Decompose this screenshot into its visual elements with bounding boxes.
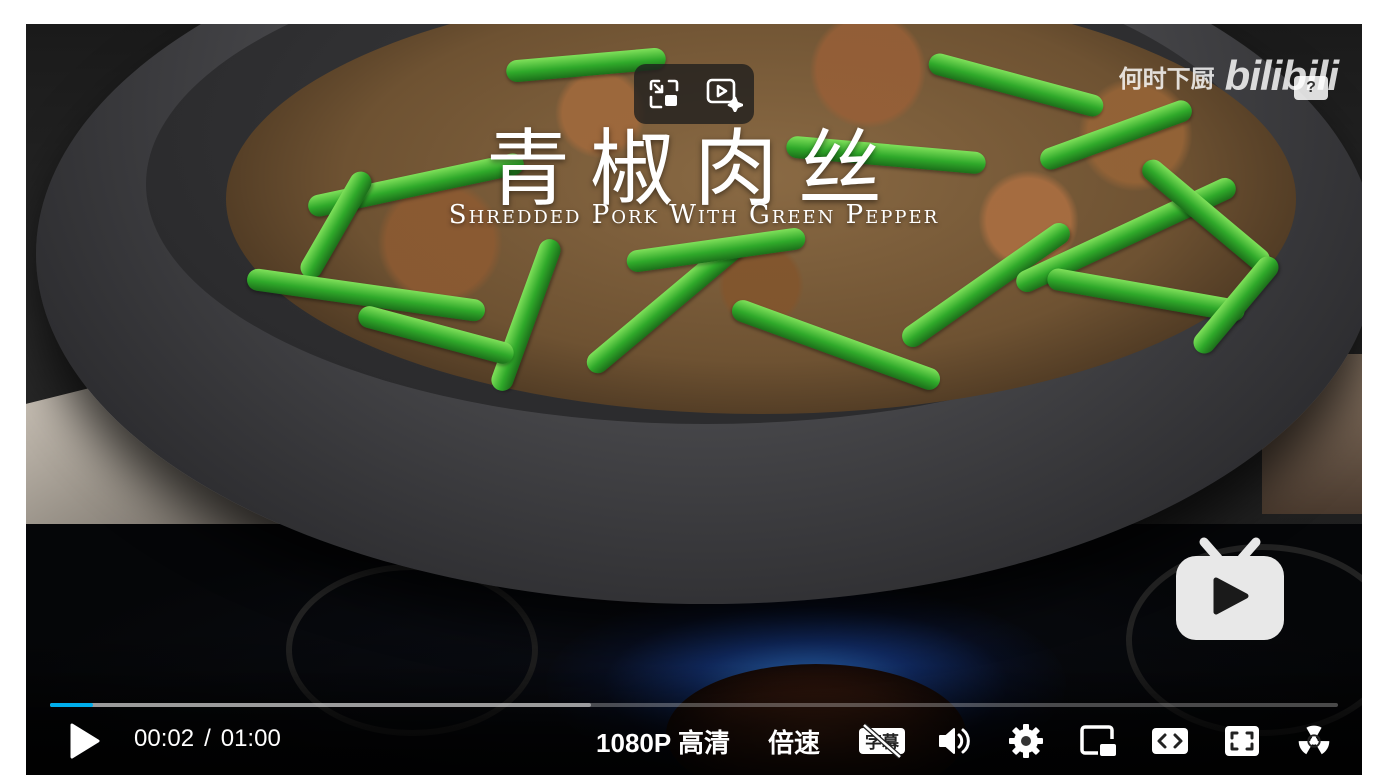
volume-button[interactable] xyxy=(926,713,982,769)
video-title-english: Shredded Pork With Green Pepper xyxy=(448,200,940,230)
fullscreen-button[interactable] xyxy=(1286,713,1342,769)
subtitle-off-icon: 字幕 xyxy=(859,723,905,759)
ai-play-button[interactable] xyxy=(704,74,744,114)
web-fullscreen-button[interactable] xyxy=(1214,713,1270,769)
radiation-icon xyxy=(1298,725,1330,755)
ai-play-icon xyxy=(706,78,743,112)
exit-pip-button[interactable] xyxy=(644,74,684,114)
watermark-channel: 何时下厨 xyxy=(1118,65,1215,93)
settings-button[interactable] xyxy=(998,713,1054,769)
speed-button[interactable]: 倍速 xyxy=(768,723,820,760)
play-icon[interactable] xyxy=(64,721,104,761)
watermark: 何时下厨 bilibili ? xyxy=(1118,48,1339,104)
quality-button[interactable]: 1080P 高清 xyxy=(596,723,730,760)
floating-toolbar xyxy=(634,64,754,124)
picture-in-picture-icon xyxy=(1080,725,1116,756)
duration: 01:00 xyxy=(220,725,281,752)
control-bar: 00:02 / 01:00 1080P 高清 倍速 字幕 xyxy=(26,665,1362,775)
time-display: 00:02 / 01:00 xyxy=(134,725,281,753)
time-separator: / xyxy=(204,725,211,752)
bilibili-tv-icon[interactable] xyxy=(1174,536,1286,640)
right-controls: 1080P 高清 倍速 字幕 xyxy=(596,713,1342,769)
picture-in-picture-exit-icon xyxy=(649,79,679,109)
volume-icon xyxy=(939,728,970,754)
subtitle-button[interactable]: 字幕 xyxy=(854,713,910,769)
widescreen-button[interactable] xyxy=(1142,713,1198,769)
widescreen-icon xyxy=(1152,728,1188,754)
video-player[interactable]: 青椒肉丝 Shredded Pork With Green Pepper 何时下… xyxy=(26,24,1362,775)
web-fullscreen-icon xyxy=(1225,726,1259,756)
current-time: 00:02 xyxy=(134,725,195,752)
watermark-mark: ? xyxy=(1294,76,1328,100)
gear-icon xyxy=(1009,724,1043,758)
mini-player-button[interactable] xyxy=(1070,713,1126,769)
